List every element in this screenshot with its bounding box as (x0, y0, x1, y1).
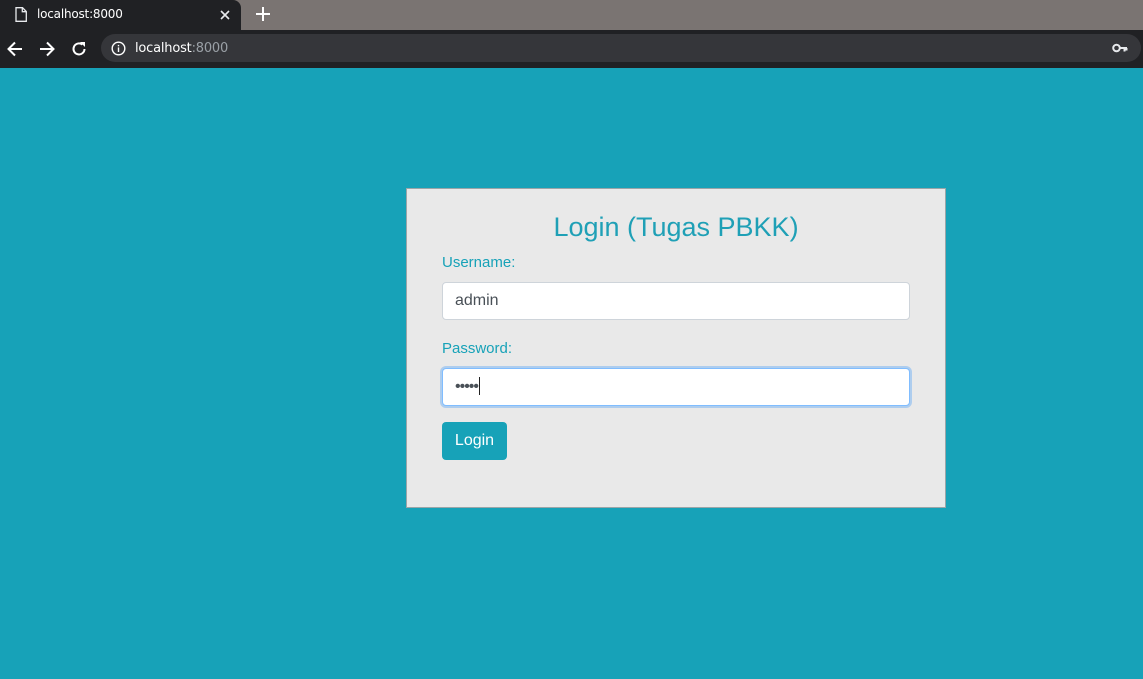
url-text: localhost:8000 (135, 41, 228, 56)
browser-tab-strip: localhost:8000 (0, 0, 1143, 30)
page-icon (15, 7, 27, 22)
forward-arrow-icon[interactable] (37, 39, 57, 59)
back-arrow-icon[interactable] (5, 39, 25, 59)
close-icon[interactable] (218, 8, 232, 22)
username-input[interactable]: admin (442, 282, 910, 320)
key-icon[interactable] (1112, 42, 1128, 54)
page-background: Login (Tugas PBKK) Username: admin Passw… (0, 68, 1143, 679)
login-button[interactable]: Login (442, 422, 507, 460)
password-value: ••••• (455, 378, 479, 395)
url-port: :8000 (191, 41, 229, 56)
address-bar[interactable]: localhost:8000 (101, 34, 1141, 62)
browser-toolbar: localhost:8000 (0, 30, 1143, 68)
username-value: admin (455, 292, 499, 309)
password-input[interactable]: ••••• (442, 368, 910, 406)
password-label: Password: (442, 340, 513, 357)
login-card: Login (Tugas PBKK) Username: admin Passw… (406, 188, 946, 508)
reload-icon[interactable] (69, 39, 89, 59)
tab-title: localhost:8000 (37, 7, 123, 21)
text-caret (479, 377, 481, 395)
url-host: localhost (135, 41, 192, 56)
info-icon[interactable] (111, 41, 126, 56)
username-label: Username: (442, 254, 516, 271)
new-tab-icon[interactable] (254, 5, 272, 23)
page-title: Login (Tugas PBKK) (553, 212, 799, 242)
browser-tab[interactable]: localhost:8000 (0, 0, 241, 30)
